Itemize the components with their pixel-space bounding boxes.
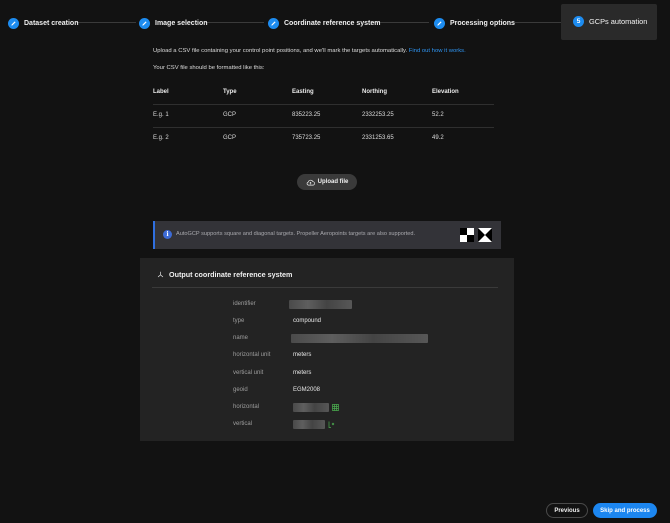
step-number-badge: 5 bbox=[573, 16, 584, 27]
table-cell: E.g. 2 bbox=[153, 135, 169, 141]
intro-text: Upload a CSV file containing your contro… bbox=[153, 48, 466, 54]
step-connector bbox=[76, 22, 136, 23]
table-row: E.g. 1 GCP 835223.25 2332253.25 52.2 bbox=[153, 105, 494, 128]
crs-key: identifier bbox=[233, 301, 256, 307]
skip-and-process-button[interactable]: Skip and process bbox=[593, 503, 657, 518]
crs-key: vertical unit bbox=[233, 370, 264, 376]
csv-format-table: Label Type Easting Northing Elevation E.… bbox=[153, 82, 494, 150]
upload-cloud-icon bbox=[306, 179, 315, 186]
crs-key: horizontal bbox=[233, 404, 260, 410]
step-processing-options[interactable]: Processing options bbox=[434, 16, 515, 30]
step-label: Coordinate reference system bbox=[284, 19, 381, 27]
redacted-value bbox=[293, 420, 325, 429]
previous-button[interactable]: Previous bbox=[546, 503, 588, 518]
column-header: Northing bbox=[362, 89, 387, 95]
column-header: Type bbox=[223, 89, 237, 95]
step-label: Image selection bbox=[155, 19, 208, 27]
crs-key: vertical bbox=[233, 421, 253, 427]
axes-icon bbox=[157, 271, 164, 278]
table-cell: 2331253.65 bbox=[362, 135, 394, 141]
vertical-axis-icon[interactable] bbox=[328, 421, 335, 428]
step-label: GCPs automation bbox=[589, 17, 648, 26]
crs-value: meters bbox=[293, 352, 312, 358]
column-header: Easting bbox=[292, 89, 314, 95]
format-note: Your CSV file should be formatted like t… bbox=[153, 65, 265, 71]
crs-panel-title: Output coordinate reference system bbox=[169, 270, 293, 279]
crs-key: name bbox=[233, 335, 249, 341]
table-cell: 49.2 bbox=[432, 135, 444, 141]
info-icon: i bbox=[163, 230, 172, 239]
column-header: Label bbox=[153, 89, 169, 95]
table-row: E.g. 2 GCP 735723.25 2331253.65 49.2 bbox=[153, 128, 494, 150]
step-connector bbox=[510, 22, 561, 23]
step-label: Processing options bbox=[450, 19, 515, 27]
divider bbox=[152, 287, 498, 288]
step-label: Dataset creation bbox=[24, 19, 79, 27]
stepper: Dataset creation Image selection Coordin… bbox=[0, 0, 670, 44]
output-crs-panel: Output coordinate reference system ident… bbox=[140, 258, 514, 441]
table-cell: 2332253.25 bbox=[362, 112, 394, 118]
step-gcps-automation[interactable]: 5 GCPs automation bbox=[573, 16, 647, 27]
crs-panel-header: Output coordinate reference system bbox=[157, 270, 292, 279]
table-cell: 52.2 bbox=[432, 112, 444, 118]
upload-file-label: Upload file bbox=[317, 179, 349, 185]
grid-icon[interactable] bbox=[332, 404, 339, 411]
upload-file-button[interactable]: Upload file bbox=[297, 174, 357, 190]
step-connector bbox=[205, 22, 264, 23]
step-coordinate-reference-system[interactable]: Coordinate reference system bbox=[268, 16, 380, 30]
pencil-icon bbox=[268, 17, 279, 29]
table-cell: GCP bbox=[223, 112, 237, 118]
pencil-icon bbox=[139, 17, 150, 29]
table-cell: 735723.25 bbox=[292, 135, 321, 141]
step-dataset-creation[interactable]: Dataset creation bbox=[8, 16, 78, 30]
crs-key: geoid bbox=[233, 387, 248, 393]
crs-value: meters bbox=[293, 370, 312, 376]
crs-value: compound bbox=[293, 318, 322, 324]
table-cell: E.g. 1 bbox=[153, 112, 169, 118]
redacted-value bbox=[293, 403, 329, 412]
how-it-works-link[interactable]: Find out how it works. bbox=[409, 48, 466, 54]
step-image-selection[interactable]: Image selection bbox=[139, 16, 208, 30]
column-header: Elevation bbox=[432, 89, 459, 95]
pencil-icon bbox=[8, 17, 19, 29]
square-target-icon bbox=[460, 228, 474, 242]
diagonal-target-icon bbox=[478, 228, 492, 242]
crs-key: type bbox=[233, 318, 245, 324]
table-header-row: Label Type Easting Northing Elevation bbox=[153, 82, 494, 105]
redacted-value bbox=[291, 334, 428, 343]
crs-value: EGM2008 bbox=[293, 387, 321, 393]
crs-key: horizontal unit bbox=[233, 352, 271, 358]
intro-description: Upload a CSV file containing your contro… bbox=[153, 48, 408, 54]
redacted-value bbox=[289, 300, 352, 309]
table-cell: GCP bbox=[223, 135, 237, 141]
info-banner: i AutoGCP supports square and diagonal t… bbox=[153, 221, 501, 249]
pencil-icon bbox=[434, 17, 445, 29]
banner-text: AutoGCP supports square and diagonal tar… bbox=[176, 231, 416, 237]
table-cell: 835223.25 bbox=[292, 112, 321, 118]
